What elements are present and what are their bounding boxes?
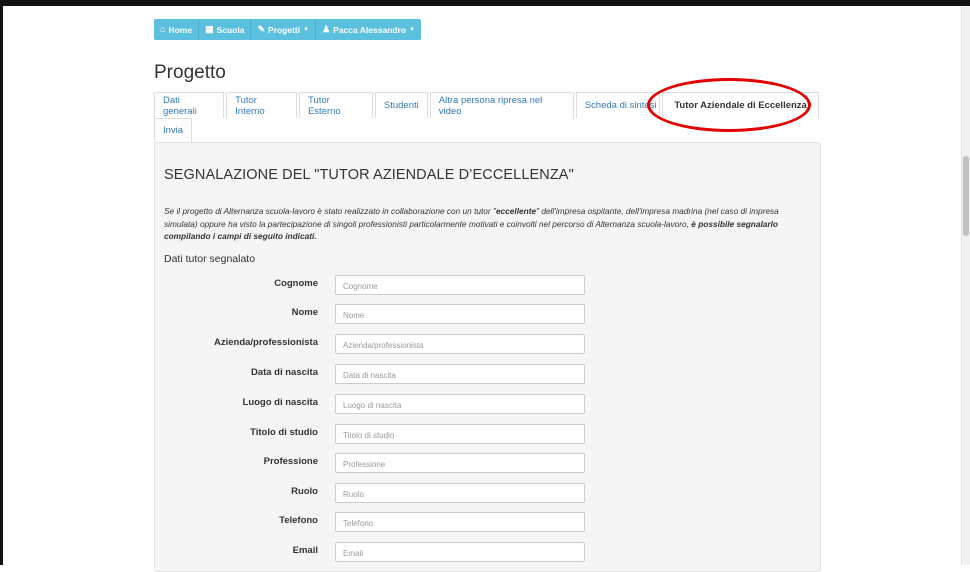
telefono-input[interactable] [335,512,585,532]
top-navbar: ⌂ Home ▦ Scuola ✎ Progetti ▼ ♟ Pacca Ale… [154,19,422,40]
nav-home[interactable]: ⌂ Home [154,19,200,40]
section-heading: SEGNALAZIONE DEL "TUTOR AZIENDALE D’ECCE… [164,167,574,183]
email-input[interactable] [335,542,585,562]
tab-tutor-aziendale-eccellenza[interactable]: Tutor Aziendale di Eccellenza [662,92,819,118]
ruolo-label: Ruolo [291,486,318,497]
scrollbar-thumb[interactable] [963,156,969,236]
nav-home-label: Home [168,24,193,35]
intro-text-part: Se il progetto di Alternanza scuola-lavo… [164,206,496,216]
window-top-border [0,0,970,6]
form-row-ruolo: Ruolo [155,483,822,505]
form-row-professione: Professione [155,453,822,475]
nav-scuola-label: Scuola [216,24,245,35]
user-icon: ♟ [322,24,331,34]
luogo-nascita-label: Luogo di nascita [242,397,318,408]
caret-down-icon: ▼ [303,26,310,33]
form-row-telefono: Telefono [155,512,822,534]
telefono-label: Telefono [279,515,318,526]
home-icon: ⌂ [160,24,166,34]
cognome-input[interactable] [335,275,585,295]
titolo-studio-input[interactable] [335,424,585,444]
azienda-input[interactable] [335,334,585,354]
professione-label: Professione [263,456,318,467]
tab-row-1: Dati generali Tutor Interno Tutor Estern… [154,92,821,118]
form-row-data-nascita: Data di nascita [155,364,822,386]
nav-progetti-dropdown[interactable]: ✎ Progetti ▼ [251,19,317,40]
page-title: Progetto [154,62,226,83]
nav-scuola[interactable]: ▦ Scuola [199,19,252,40]
tab-studenti[interactable]: Studenti [374,92,428,118]
project-tabs: Dati generali Tutor Interno Tutor Estern… [154,92,821,142]
azienda-label: Azienda/professionista [214,337,318,348]
nav-user-dropdown[interactable]: ♟ Pacca Alessandro ▼ [316,19,421,40]
building-icon: ▦ [205,24,214,34]
email-label: Email [292,545,318,556]
tab-scheda-sintesi[interactable]: Scheda di sintesi [575,92,661,118]
tab-row-2: Invia [154,118,821,142]
form-row-luogo-nascita: Luogo di nascita [155,394,822,416]
form-row-nome: Nome [155,304,822,326]
form-row-cognome: Cognome [155,275,822,297]
nav-progetti-label: Progetti [268,24,301,35]
tab-tutor-esterno[interactable]: Tutor Esterno [298,92,373,118]
intro-text: Se il progetto di Alternanza scuola-lavo… [164,205,814,243]
data-nascita-input[interactable] [335,364,585,384]
tab-invia[interactable]: Invia [154,118,193,142]
page-scrollbar[interactable] [961,6,970,565]
nome-input[interactable] [335,304,585,324]
form-row-email: Email [155,542,822,564]
titolo-studio-label: Titolo di studio [250,427,318,438]
nav-user-label: Pacca Alessandro [333,24,407,35]
pencil-icon: ✎ [257,24,265,34]
caret-down-icon: ▼ [409,26,416,33]
window-left-border [0,0,3,565]
tutor-eccellenza-panel: SEGNALAZIONE DEL "TUTOR AZIENDALE D’ECCE… [154,142,821,572]
professione-input[interactable] [335,453,585,473]
form-row-azienda: Azienda/professionista [155,334,822,356]
intro-bold-eccellente: eccellente [495,206,537,216]
tab-altra-persona[interactable]: Altra persona ripresa nel video [429,92,574,118]
data-nascita-label: Data di nascita [250,367,318,378]
form-subheading: Dati tutor segnalato [164,253,256,265]
luogo-nascita-input[interactable] [335,394,585,414]
form-row-titolo-studio: Titolo di studio [155,424,822,446]
tab-tutor-interno[interactable]: Tutor Interno [226,92,297,118]
ruolo-input[interactable] [335,483,585,503]
tab-dati-generali[interactable]: Dati generali [154,92,225,118]
nome-label: Nome [291,307,318,318]
cognome-label: Cognome [274,278,318,289]
